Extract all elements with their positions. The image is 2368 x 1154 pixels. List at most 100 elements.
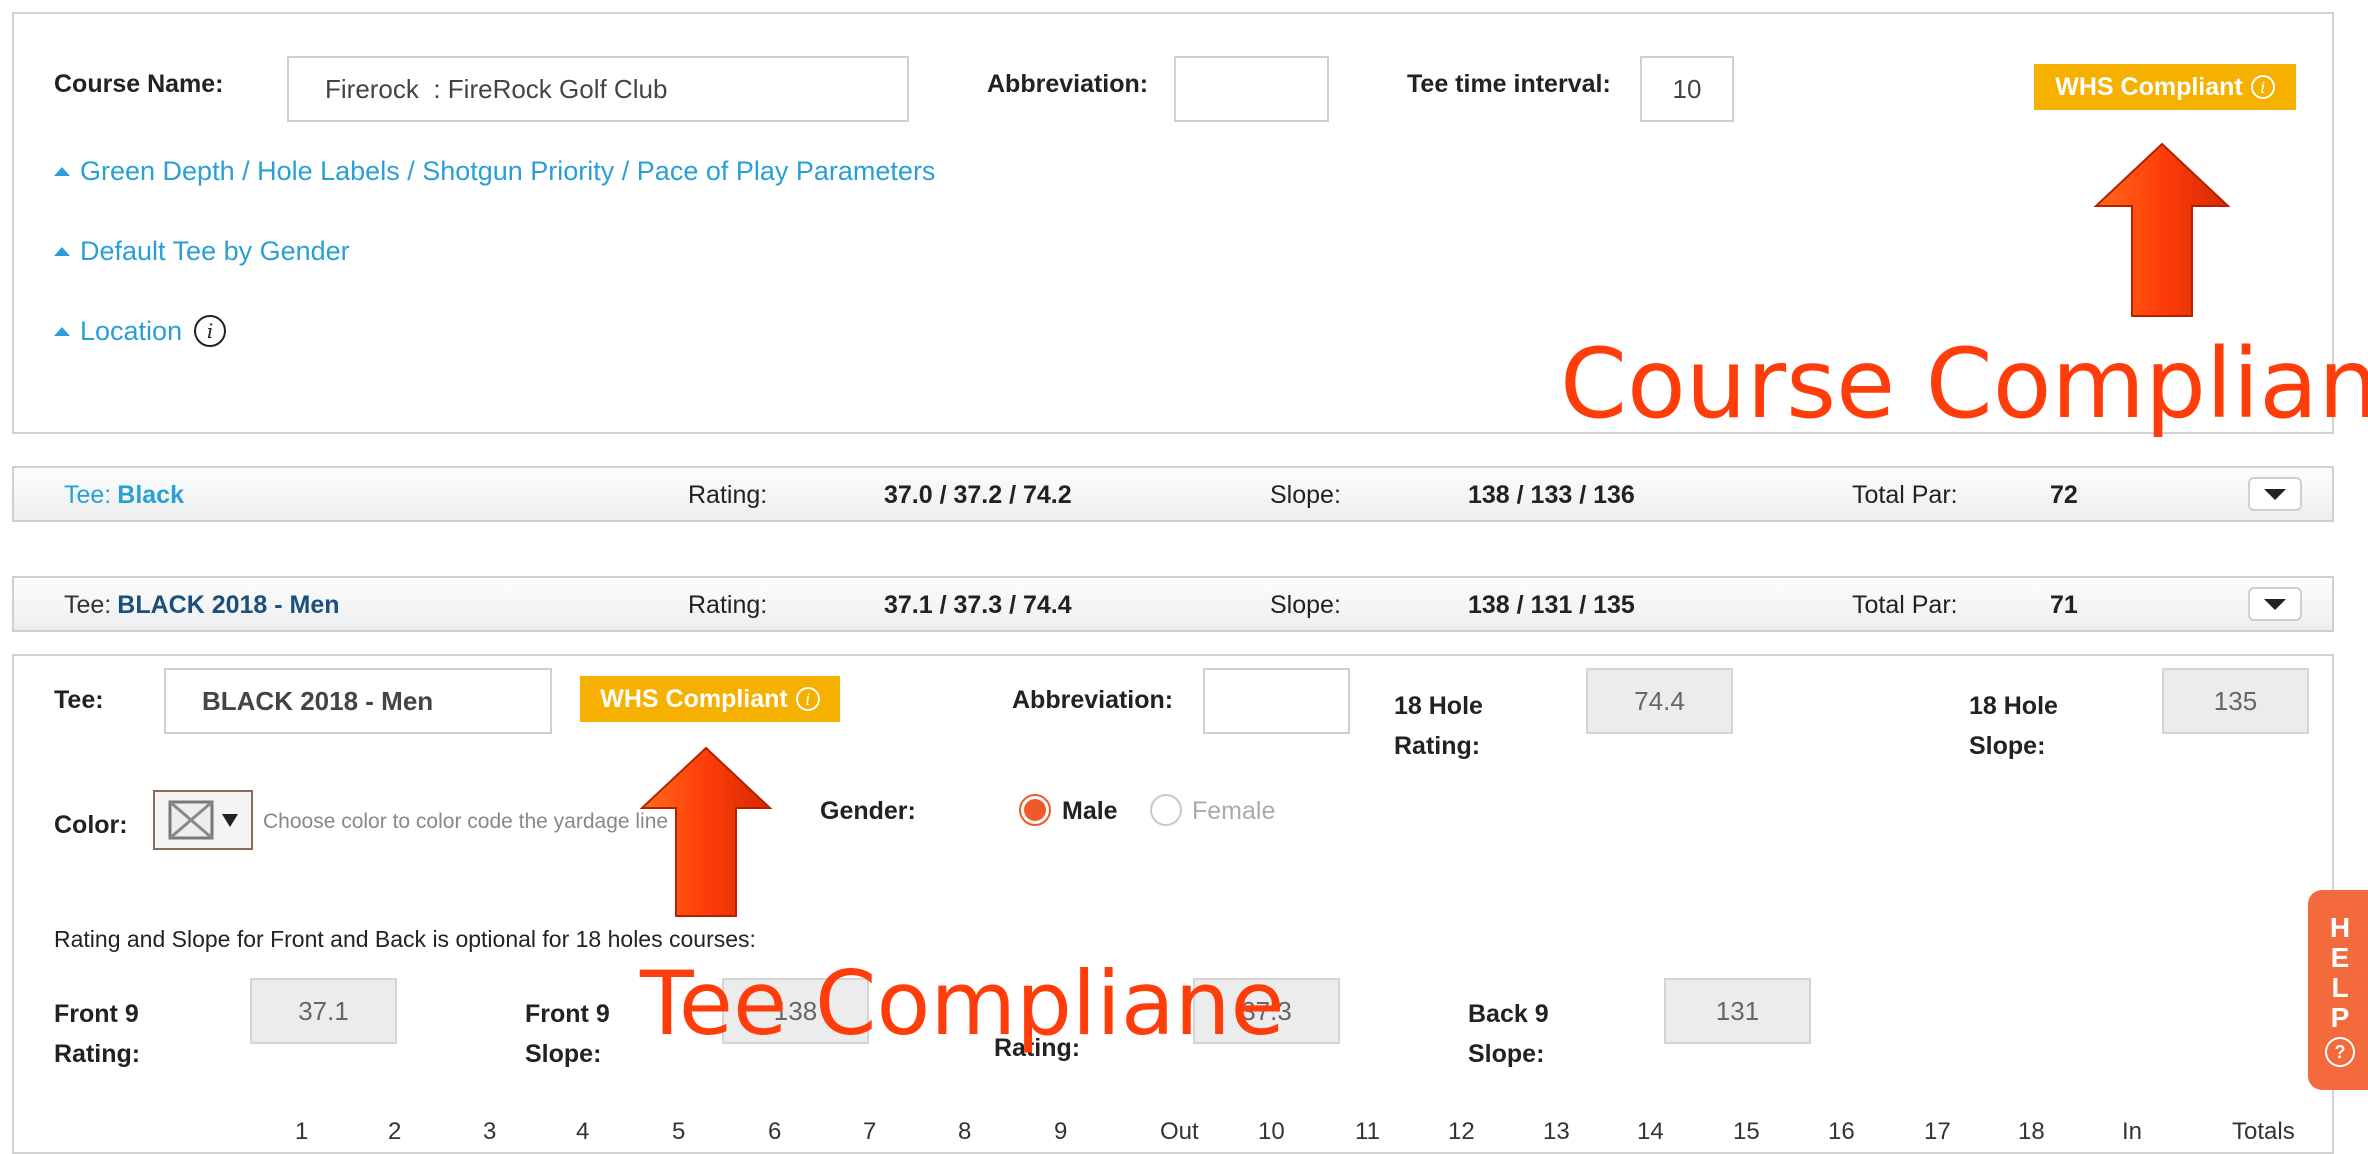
course-whs-compliant-badge[interactable]: WHS Compliant i bbox=[2034, 64, 2296, 110]
tee-row-label: Tee: BLACK 2018 - Men bbox=[64, 591, 340, 619]
link-default-tee-by-gender[interactable]: Default Tee by Gender bbox=[54, 236, 350, 267]
caret-up-icon bbox=[54, 326, 70, 336]
front9-slope-label: Front 9 Slope: bbox=[525, 1000, 610, 1068]
hole-header: 6 bbox=[768, 1118, 782, 1145]
tee-name-input[interactable] bbox=[164, 668, 552, 734]
course-abbreviation-input[interactable] bbox=[1174, 56, 1329, 122]
hole-header: 5 bbox=[672, 1118, 686, 1145]
color-picker[interactable] bbox=[153, 790, 253, 850]
hole-header: 9 bbox=[1054, 1118, 1068, 1145]
tee-name-label: Tee: bbox=[54, 686, 104, 714]
tee-abbreviation-input[interactable] bbox=[1203, 668, 1350, 734]
tee-row-par-value: 71 bbox=[2050, 591, 2078, 619]
help-letter: P bbox=[2330, 1002, 2350, 1033]
tee-row-slope-label: Slope: bbox=[1270, 591, 1341, 619]
info-icon: i bbox=[2250, 75, 2275, 99]
course-abbreviation-label: Abbreviation: bbox=[987, 70, 1149, 98]
hole-header: 18 bbox=[2018, 1118, 2045, 1145]
tee-row-slope-value: 138 / 131 / 135 bbox=[1468, 591, 1635, 619]
up-arrow-annotation-tee bbox=[639, 746, 773, 917]
hole-header: 13 bbox=[1543, 1118, 1570, 1145]
link-green-depth-params[interactable]: Green Depth / Hole Labels / Shotgun Prio… bbox=[54, 156, 935, 187]
hole-header: 11 bbox=[1355, 1118, 1380, 1145]
hole-header: 7 bbox=[863, 1118, 877, 1145]
slope-18-input[interactable] bbox=[2162, 668, 2309, 734]
link-default-tee-label: Default Tee by Gender bbox=[80, 236, 350, 266]
hole-header: 12 bbox=[1448, 1118, 1475, 1145]
course-whs-badge-label: WHS Compliant bbox=[2055, 72, 2243, 101]
rating-18-input[interactable] bbox=[1586, 668, 1733, 734]
chevron-down-icon bbox=[2264, 598, 2286, 610]
help-letter: H bbox=[2329, 912, 2351, 943]
hole-header: 4 bbox=[576, 1118, 590, 1145]
rating-18-label: 18 Hole Rating: bbox=[1394, 692, 1483, 760]
tee-whs-badge-label: WHS Compliant bbox=[600, 684, 788, 713]
tee-row-par-label: Total Par: bbox=[1852, 591, 1958, 619]
question-icon: ? bbox=[2325, 1037, 2355, 1067]
dropdown-arrow-icon bbox=[222, 813, 238, 827]
tee-row-black-2018-men[interactable]: Tee: BLACK 2018 - Men Rating: 37.1 / 37.3… bbox=[12, 576, 2334, 632]
help-letter: E bbox=[2330, 942, 2350, 973]
tee-row-rating-value: 37.1 / 37.3 / 74.4 bbox=[884, 591, 1072, 619]
tee-row-rating-value: 37.0 / 37.2 / 74.2 bbox=[884, 481, 1072, 509]
chevron-down-icon bbox=[2264, 488, 2286, 500]
info-icon[interactable]: i bbox=[194, 315, 227, 347]
gender-female-label[interactable]: Female bbox=[1192, 797, 1275, 826]
color-hint: Choose color to color code the yardage l… bbox=[263, 810, 669, 833]
hole-header: 14 bbox=[1637, 1118, 1664, 1145]
color-label: Color: bbox=[54, 811, 128, 839]
slope-18-label: 18 Hole Slope: bbox=[1969, 692, 2058, 760]
tee-row-par-value: 72 bbox=[2050, 481, 2078, 509]
tee-row-rating-label: Rating: bbox=[688, 591, 768, 619]
hole-header: Out bbox=[1160, 1118, 1199, 1145]
tee-row-black[interactable]: Tee: Black Rating: 37.0 / 37.2 / 74.2 Slo… bbox=[12, 466, 2334, 522]
hole-header: 2 bbox=[388, 1118, 402, 1145]
tee-time-interval-label: Tee time interval: bbox=[1407, 70, 1611, 98]
tee-compliance-annotation: Tee Compliane bbox=[640, 952, 1285, 1055]
hole-header: Totals bbox=[2232, 1118, 2295, 1145]
gender-female-radio[interactable] bbox=[1150, 794, 1182, 826]
tee-row-rating-label: Rating: bbox=[688, 481, 768, 509]
tee-row-name: BLACK 2018 - Men bbox=[117, 591, 340, 619]
gender-label: Gender: bbox=[820, 797, 916, 825]
course-name-label: Course Name: bbox=[54, 70, 224, 98]
front9-rating-input[interactable] bbox=[250, 978, 397, 1044]
link-location[interactable]: Location i bbox=[54, 315, 227, 347]
tee-row-slope-value: 138 / 133 / 136 bbox=[1468, 481, 1635, 509]
link-green-depth-label: Green Depth / Hole Labels / Shotgun Prio… bbox=[80, 156, 936, 186]
help-tab[interactable]: H E L P ? bbox=[2308, 890, 2368, 1090]
back9-slope-label: Back 9 Slope: bbox=[1468, 1000, 1549, 1068]
tee-whs-compliant-badge[interactable]: WHS Compliant i bbox=[580, 676, 840, 722]
back9-slope-input[interactable] bbox=[1664, 978, 1811, 1044]
hole-header: In bbox=[2122, 1118, 2143, 1145]
tee-abbreviation-label: Abbreviation: bbox=[1012, 686, 1174, 714]
optional-ratings-note: Rating and Slope for Front and Back is o… bbox=[54, 926, 756, 952]
caret-up-icon bbox=[54, 167, 70, 176]
link-location-label: Location bbox=[80, 315, 183, 346]
no-color-icon bbox=[168, 800, 214, 840]
gender-male-label[interactable]: Male bbox=[1062, 797, 1118, 826]
hole-header: 1 bbox=[295, 1118, 309, 1145]
tee-row-expand-button[interactable] bbox=[2248, 477, 2302, 511]
tee-row-label: Tee: Black bbox=[64, 481, 184, 509]
hole-header: 16 bbox=[1828, 1118, 1855, 1145]
hole-header: 15 bbox=[1733, 1118, 1760, 1145]
course-name-input[interactable] bbox=[287, 56, 909, 122]
up-arrow-annotation-course bbox=[2093, 142, 2231, 317]
front9-rating-label: Front 9 Rating: bbox=[54, 1000, 141, 1068]
radio-selected-dot bbox=[1024, 799, 1046, 821]
tee-row-par-label: Total Par: bbox=[1852, 481, 1958, 509]
hole-header: 17 bbox=[1924, 1118, 1951, 1145]
tee-row-expand-button[interactable] bbox=[2248, 587, 2302, 621]
hole-header: 8 bbox=[958, 1118, 972, 1145]
help-letter: L bbox=[2331, 972, 2349, 1003]
course-compliance-annotation: Course Compliane bbox=[1560, 328, 2368, 440]
tee-row-name: Black bbox=[117, 481, 184, 509]
tee-time-interval-input[interactable] bbox=[1640, 56, 1734, 122]
gender-male-radio[interactable] bbox=[1019, 794, 1051, 826]
info-icon: i bbox=[795, 687, 820, 711]
hole-header: 10 bbox=[1258, 1118, 1285, 1145]
caret-up-icon bbox=[54, 247, 70, 256]
hole-header: 3 bbox=[483, 1118, 497, 1145]
tee-row-slope-label: Slope: bbox=[1270, 481, 1341, 509]
